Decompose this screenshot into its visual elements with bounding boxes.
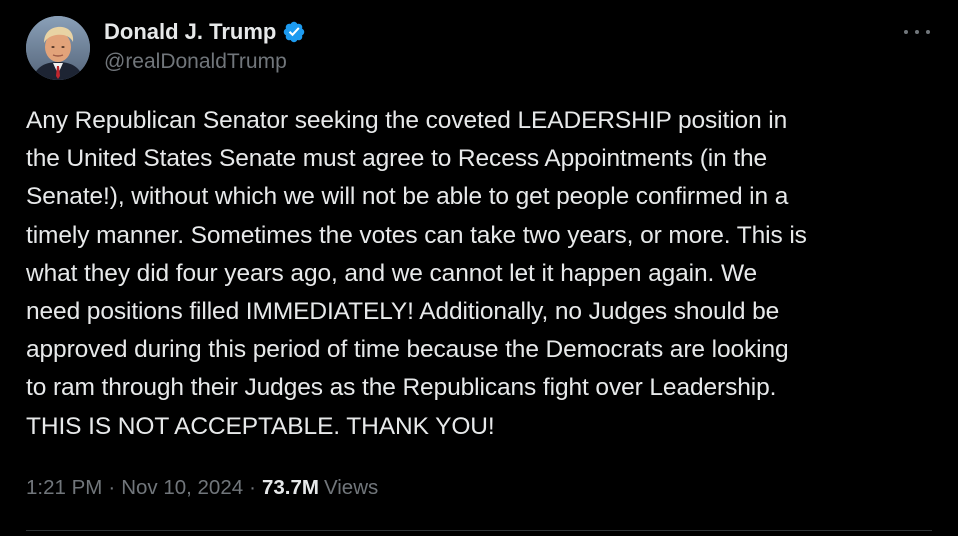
author-name-row: Donald J. Trump (104, 18, 306, 46)
tweet-text-line: Senate!), without which we will not be a… (26, 183, 789, 211)
tweet-text-line: approved during this period of time beca… (26, 336, 789, 364)
verified-badge-icon[interactable] (282, 20, 306, 44)
meta-separator: · (249, 476, 256, 499)
views-count[interactable]: 73.7M (262, 476, 319, 500)
views-label: Views (323, 476, 379, 499)
tweet-text-line: the United States Senate must agree to R… (26, 145, 768, 173)
tweet-text-line: timely manner. Sometimes the votes can t… (26, 221, 807, 249)
tweet-date[interactable]: Nov 10, 2024 (121, 476, 243, 500)
tweet-text-line: what they did four years ago, and we can… (26, 259, 758, 287)
meta-separator: · (108, 476, 116, 499)
tweet-text-line: to ram through their Judges as the Repub… (26, 374, 777, 402)
tweet-meta: 1:21 PM · Nov 10, 2024 · 73.7M Views (26, 476, 378, 500)
tweet-time[interactable]: 1:21 PM (26, 476, 102, 500)
tweet-text-line: THIS IS NOT ACCEPTABLE. THANK YOU! (26, 412, 495, 440)
avatar-image (26, 16, 90, 80)
divider (26, 530, 932, 531)
more-dot (915, 30, 919, 34)
more-options-icon[interactable] (904, 22, 930, 42)
tweet-text: Any Republican Senator seeking the covet… (26, 102, 931, 446)
avatar[interactable] (26, 16, 90, 80)
tweet-text-line: need positions filled IMMEDIATELY! Addit… (26, 298, 780, 326)
tweet-card: Donald J. Trump @realDonaldTrump Any Rep… (0, 0, 958, 536)
author-handle[interactable]: @realDonaldTrump (104, 50, 287, 74)
tweet-text-line: Any Republican Senator seeking the covet… (26, 107, 788, 134)
more-dot (904, 30, 908, 34)
more-dot (926, 30, 930, 34)
author-name[interactable]: Donald J. Trump (104, 19, 276, 45)
